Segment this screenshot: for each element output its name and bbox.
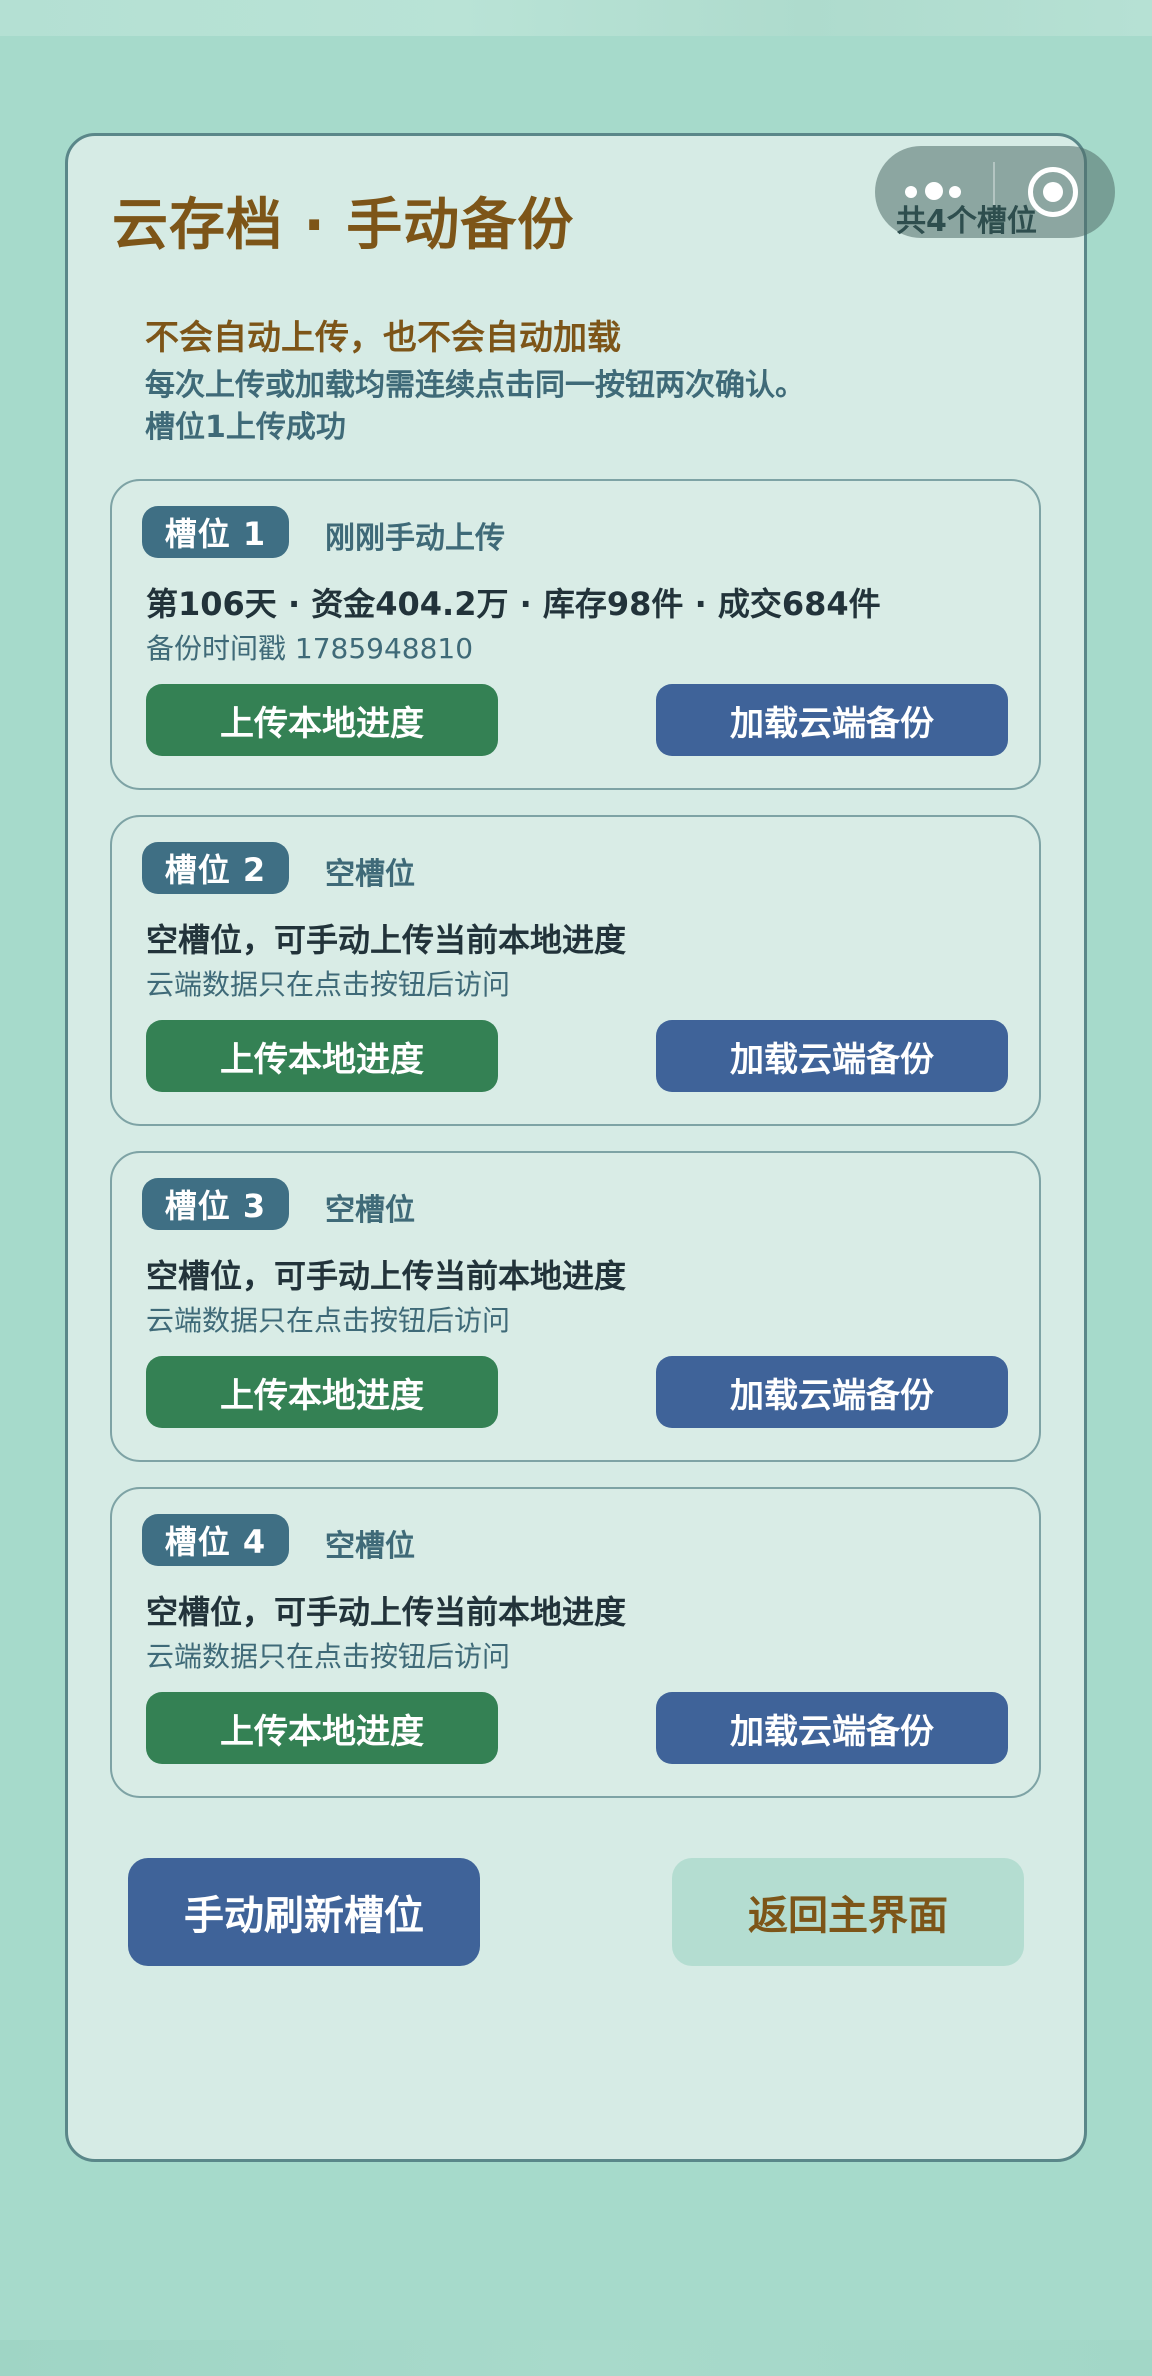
slot-summary: 空槽位，可手动上传当前本地进度 (146, 1257, 627, 1295)
notice-instruction: 每次上传或加载均需连续点击同一按钮两次确认。 (145, 368, 805, 403)
slot-detail: 云端数据只在点击按钮后访问 (146, 1640, 511, 1673)
slot-card: 槽位 2 空槽位 空槽位，可手动上传当前本地进度 云端数据只在点击按钮后访问 上… (110, 815, 1041, 1126)
slot-detail: 云端数据只在点击按钮后访问 (146, 1304, 511, 1337)
slot-count-label: 共4个槽位 (896, 204, 1037, 239)
bottom-background-strip (0, 2340, 1152, 2376)
slot-summary: 第106天 · 资金404.2万 · 库存98件 · 成交684件 (146, 585, 881, 623)
slot-status: 空槽位 (325, 1193, 415, 1228)
slot-summary: 空槽位，可手动上传当前本地进度 (146, 921, 627, 959)
load-cloud-button[interactable]: 加载云端备份 (656, 1356, 1008, 1428)
notice-headline: 不会自动上传，也不会自动加载 (145, 318, 621, 358)
back-to-main-button[interactable]: 返回主界面 (672, 1858, 1024, 1966)
load-cloud-button[interactable]: 加载云端备份 (656, 1692, 1008, 1764)
upload-local-button[interactable]: 上传本地进度 (146, 1020, 498, 1092)
slot-badge: 槽位 2 (142, 842, 289, 894)
page-title: 云存档 · 手动备份 (112, 193, 575, 258)
status-message: 槽位1上传成功 (145, 410, 346, 445)
slot-badge: 槽位 3 (142, 1178, 289, 1230)
slot-card: 槽位 4 空槽位 空槽位，可手动上传当前本地进度 云端数据只在点击按钮后访问 上… (110, 1487, 1041, 1798)
top-background-strip (0, 0, 1152, 36)
upload-local-button[interactable]: 上传本地进度 (146, 1692, 498, 1764)
slot-badge: 槽位 4 (142, 1514, 289, 1566)
slot-status: 刚刚手动上传 (325, 521, 505, 556)
upload-local-button[interactable]: 上传本地进度 (146, 1356, 498, 1428)
refresh-slots-button[interactable]: 手动刷新槽位 (128, 1858, 480, 1966)
load-cloud-button[interactable]: 加载云端备份 (656, 684, 1008, 756)
upload-local-button[interactable]: 上传本地进度 (146, 684, 498, 756)
slot-card: 槽位 3 空槽位 空槽位，可手动上传当前本地进度 云端数据只在点击按钮后访问 上… (110, 1151, 1041, 1462)
slot-summary: 空槽位，可手动上传当前本地进度 (146, 1593, 627, 1631)
slot-badge: 槽位 1 (142, 506, 289, 558)
slot-status: 空槽位 (325, 1529, 415, 1564)
slot-card: 槽位 1 刚刚手动上传 第106天 · 资金404.2万 · 库存98件 · 成… (110, 479, 1041, 790)
slot-detail: 备份时间戳 1785948810 (146, 632, 474, 665)
load-cloud-button[interactable]: 加载云端备份 (656, 1020, 1008, 1092)
slot-detail: 云端数据只在点击按钮后访问 (146, 968, 511, 1001)
slot-status: 空槽位 (325, 857, 415, 892)
